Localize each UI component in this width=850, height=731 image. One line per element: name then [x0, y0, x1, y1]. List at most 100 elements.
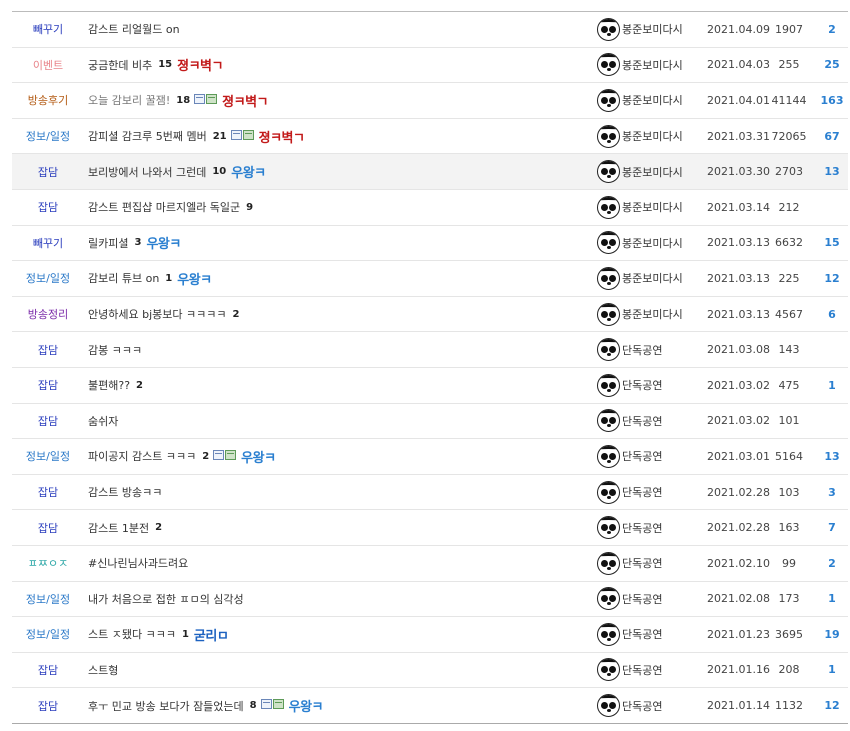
post-title-cell[interactable]: 보리방에서 나와서 그런데 10 우왕ㅋ: [88, 162, 266, 182]
author-name[interactable]: 단독공연: [622, 626, 662, 642]
post-row[interactable]: 잡담 불편해?? 2 단독공연 2021.03.02 475 1: [12, 368, 848, 404]
author-name[interactable]: 단독공연: [622, 377, 662, 393]
post-row[interactable]: 정보/일정 스트 ㅈ됐다 ㅋㅋㅋ 1 굳리ㅁ 단독공연 2021.01.23 3…: [12, 617, 848, 653]
comment-count[interactable]: 2: [202, 451, 209, 462]
post-title-link[interactable]: 오늘 감보리 꿀잼!: [88, 92, 170, 108]
author-name[interactable]: 단독공연: [622, 448, 662, 464]
author-name[interactable]: 봉준보미다시: [622, 128, 683, 144]
comment-count[interactable]: 3: [134, 237, 141, 248]
post-title-link[interactable]: 감스트 1분전: [88, 520, 149, 536]
post-row[interactable]: 방송정리 안녕하세요 bj봉보다 ㅋㅋㅋㅋ 2 봉준보미다시 2021.03.1…: [12, 297, 848, 333]
post-title-cell[interactable]: 감스트 1분전 2: [88, 520, 162, 536]
post-row[interactable]: 잡담 감스트 1분전 2 단독공연 2021.02.28 163 7: [12, 510, 848, 546]
category-link[interactable]: 잡담: [12, 199, 84, 215]
author-name[interactable]: 봉준보미다시: [622, 270, 683, 286]
post-title-cell[interactable]: 불편해?? 2: [88, 377, 143, 393]
post-title-link[interactable]: 스트 ㅈ됐다 ㅋㅋㅋ: [88, 626, 176, 642]
post-row[interactable]: 잡담 숨쉬자 단독공연 2021.03.02 101: [12, 404, 848, 440]
comment-count[interactable]: 1: [182, 629, 189, 640]
comment-count[interactable]: 8: [250, 700, 257, 711]
category-link[interactable]: 잡담: [12, 662, 84, 678]
category-link[interactable]: 잡담: [12, 164, 84, 180]
post-title-cell[interactable]: 오늘 감보리 꿀잼! 18 졍ㅋ벽ㄱ: [88, 91, 269, 110]
post-title-link[interactable]: 릴카피셜: [88, 235, 128, 251]
post-title-cell[interactable]: 감봉 ㅋㅋㅋ: [88, 342, 142, 358]
category-link[interactable]: 잡담: [12, 698, 84, 714]
post-title-link[interactable]: 내가 처음으로 접한 ㅍㅁ의 심각성: [88, 591, 244, 607]
category-link[interactable]: 정보/일정: [12, 128, 84, 144]
author-name[interactable]: 단독공연: [622, 413, 662, 429]
post-row[interactable]: 정보/일정 파이공지 감스트 ㅋㅋㅋ 2 우왕ㅋ 단독공연 2021.03.01…: [12, 439, 848, 475]
author-name[interactable]: 단독공연: [622, 342, 662, 358]
author-name[interactable]: 단독공연: [622, 698, 662, 714]
post-title-cell[interactable]: 릴카피셜 3 우왕ㅋ: [88, 233, 181, 253]
author-name[interactable]: 단독공연: [622, 591, 662, 607]
post-row[interactable]: 빼꾸기 릴카피셜 3 우왕ㅋ 봉준보미다시 2021.03.13 6632 15: [12, 226, 848, 262]
post-title-cell[interactable]: 숨쉬자: [88, 413, 118, 429]
post-row[interactable]: 빼꾸기 감스트 리얼월드 on 봉준보미다시 2021.04.09 1907 2: [12, 12, 848, 48]
author-cell[interactable]: 봉준보미다시: [597, 231, 683, 255]
post-title-cell[interactable]: 스트형: [88, 662, 118, 678]
comment-count[interactable]: 2: [232, 309, 239, 320]
category-link[interactable]: 이벤트: [12, 57, 84, 73]
category-link[interactable]: 정보/일정: [12, 591, 84, 607]
post-title-cell[interactable]: 파이공지 감스트 ㅋㅋㅋ 2 우왕ㅋ: [88, 447, 276, 466]
post-title-link[interactable]: 감봉 ㅋㅋㅋ: [88, 342, 142, 358]
category-link[interactable]: 정보/일정: [12, 448, 84, 464]
category-link[interactable]: 잡담: [12, 484, 84, 500]
category-link[interactable]: 정보/일정: [12, 626, 84, 642]
post-row[interactable]: 정보/일정 감피셜 감크루 5번째 멤버 21 졍ㅋ벽ㄱ 봉준보미다시 2021…: [12, 119, 848, 155]
author-name[interactable]: 봉준보미다시: [622, 164, 683, 180]
comment-count[interactable]: 10: [212, 166, 226, 177]
author-cell[interactable]: 봉준보미다시: [597, 53, 683, 77]
comment-count[interactable]: 18: [176, 95, 190, 106]
post-title-cell[interactable]: 감보리 튜브 on 1 우왕ㅋ: [88, 269, 212, 288]
author-name[interactable]: 봉준보미다시: [622, 57, 683, 73]
post-title-link[interactable]: 보리방에서 나와서 그런데: [88, 164, 206, 180]
author-cell[interactable]: 단독공연: [597, 622, 662, 646]
post-title-cell[interactable]: 스트 ㅈ됐다 ㅋㅋㅋ 1 굳리ㅁ: [88, 625, 229, 644]
post-title-cell[interactable]: 감스트 방송ㅋㅋ: [88, 484, 162, 500]
post-title-link[interactable]: 감스트 편집샵 마르지엘라 독일군: [88, 199, 240, 215]
post-row[interactable]: 잡담 감봉 ㅋㅋㅋ 단독공연 2021.03.08 143: [12, 332, 848, 368]
author-cell[interactable]: 봉준보미다시: [597, 266, 683, 290]
author-name[interactable]: 봉준보미다시: [622, 235, 683, 251]
author-cell[interactable]: 봉준보미다시: [597, 160, 683, 184]
post-title-cell[interactable]: 내가 처음으로 접한 ㅍㅁ의 심각성: [88, 591, 244, 607]
author-name[interactable]: 봉준보미다시: [622, 199, 683, 215]
category-link[interactable]: 잡담: [12, 342, 84, 358]
author-name[interactable]: 단독공연: [622, 555, 662, 571]
post-row[interactable]: 잡담 후ㅜ 민교 방송 보다가 잠들었는데 8 우왕ㅋ 단독공연 2021.01…: [12, 688, 848, 724]
category-link[interactable]: 빼꾸기: [12, 21, 84, 37]
author-cell[interactable]: 봉준보미다시: [597, 302, 683, 326]
post-title-link[interactable]: 불편해??: [88, 377, 130, 393]
author-name[interactable]: 단독공연: [622, 484, 662, 500]
post-row[interactable]: 정보/일정 감보리 튜브 on 1 우왕ㅋ 봉준보미다시 2021.03.13 …: [12, 261, 848, 297]
author-cell[interactable]: 단독공연: [597, 694, 662, 718]
category-link[interactable]: 잡담: [12, 520, 84, 536]
category-link[interactable]: 잡담: [12, 413, 84, 429]
author-cell[interactable]: 단독공연: [597, 444, 662, 468]
category-link[interactable]: 방송정리: [12, 306, 84, 322]
author-cell[interactable]: 단독공연: [597, 658, 662, 682]
comment-count[interactable]: 9: [246, 202, 253, 213]
post-row[interactable]: 방송후기 오늘 감보리 꿀잼! 18 졍ㅋ벽ㄱ 봉준보미다시 2021.04.0…: [12, 83, 848, 119]
author-cell[interactable]: 봉준보미다시: [597, 124, 683, 148]
author-cell[interactable]: 단독공연: [597, 480, 662, 504]
comment-count[interactable]: 15: [158, 59, 172, 70]
post-title-cell[interactable]: 감피셜 감크루 5번째 멤버 21 졍ㅋ벽ㄱ: [88, 127, 305, 146]
post-title-cell[interactable]: #신나린님사과드려요: [88, 555, 188, 571]
category-link[interactable]: 잡담: [12, 377, 84, 393]
author-cell[interactable]: 봉준보미다시: [597, 17, 683, 41]
author-cell[interactable]: 단독공연: [597, 373, 662, 397]
post-title-link[interactable]: 안녕하세요 bj봉보다 ㅋㅋㅋㅋ: [88, 306, 226, 322]
post-title-link[interactable]: 스트형: [88, 662, 118, 678]
post-title-cell[interactable]: 감스트 리얼월드 on: [88, 21, 180, 37]
comment-count[interactable]: 1: [165, 273, 172, 284]
post-title-link[interactable]: 감피셜 감크루 5번째 멤버: [88, 128, 207, 144]
post-row[interactable]: 이벤트 궁금한데 비추 15 졍ㅋ벽ㄱ 봉준보미다시 2021.04.03 25…: [12, 48, 848, 84]
post-title-link[interactable]: 후ㅜ 민교 방송 보다가 잠들었는데: [88, 698, 244, 714]
post-title-link[interactable]: 감스트 방송ㅋㅋ: [88, 484, 162, 500]
post-title-link[interactable]: #신나린님사과드려요: [88, 555, 188, 571]
author-cell[interactable]: 단독공연: [597, 551, 662, 575]
